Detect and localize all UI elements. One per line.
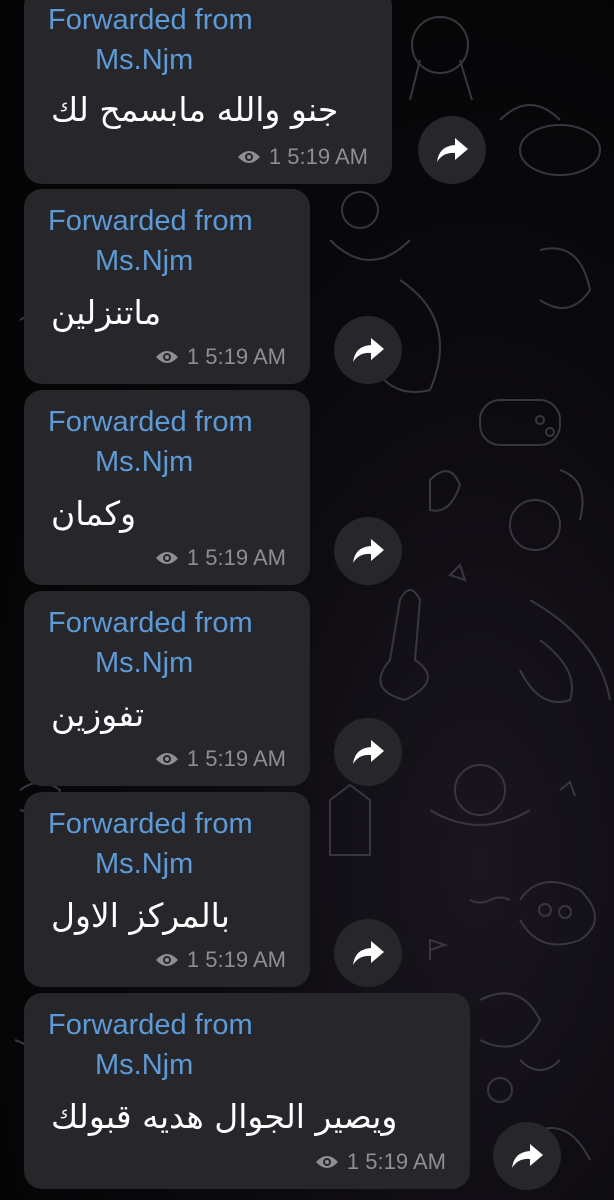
- forwarded-sender-link[interactable]: Ms.Njm: [95, 44, 193, 77]
- message-text: وكمان: [51, 494, 137, 533]
- message-time: 1 5:19 AM: [346, 1149, 446, 1174]
- message-bubble[interactable]: Forwarded from Ms.Njm جنو والله مابسمح ل…: [24, 0, 392, 184]
- share-arrow-icon: [353, 941, 384, 965]
- message-text: ماتنزلين: [51, 293, 162, 332]
- eye-icon: [155, 351, 178, 363]
- share-button[interactable]: [334, 718, 402, 786]
- message-meta: 1 5:19 AM: [315, 1149, 446, 1175]
- share-button[interactable]: [334, 316, 402, 384]
- message-bubble[interactable]: Forwarded from Ms.Njm ماتنزلين 1 5:19 AM: [24, 189, 310, 384]
- share-arrow-icon: [353, 338, 384, 362]
- forwarded-from-label: Forwarded from: [48, 1009, 253, 1041]
- message-meta: 1 5:19 AM: [237, 144, 368, 170]
- message-meta: 1 5:19 AM: [155, 947, 286, 973]
- forwarded-from-label: Forwarded from: [48, 205, 253, 237]
- share-arrow-icon: [512, 1144, 543, 1168]
- eye-icon: [155, 954, 178, 966]
- eye-icon: [315, 1156, 338, 1168]
- eye-icon: [155, 552, 178, 564]
- message-text: ويصير الجوال هديه قبولك: [51, 1097, 398, 1136]
- message-text: بالمركز الاول: [51, 896, 230, 935]
- share-arrow-icon: [353, 539, 384, 563]
- message-meta: 1 5:19 AM: [155, 545, 286, 571]
- share-arrow-icon: [353, 740, 384, 764]
- message-bubble[interactable]: Forwarded from Ms.Njm بالمركز الاول 1 5:…: [24, 792, 310, 987]
- message-time: 1 5:19 AM: [268, 144, 368, 169]
- message-bubble[interactable]: Forwarded from Ms.Njm وكمان 1 5:19 AM: [24, 390, 310, 585]
- forwarded-from-label: Forwarded from: [48, 406, 253, 438]
- forwarded-from-label: Forwarded from: [48, 808, 253, 840]
- message-bubble[interactable]: Forwarded from Ms.Njm تفوزين 1 5:19 AM: [24, 591, 310, 786]
- share-button[interactable]: [334, 919, 402, 987]
- forwarded-sender-link[interactable]: Ms.Njm: [95, 848, 193, 881]
- share-button[interactable]: [334, 517, 402, 585]
- message-text: تفوزين: [51, 695, 145, 734]
- message-meta: 1 5:19 AM: [155, 746, 286, 772]
- message-bubble[interactable]: Forwarded from Ms.Njm ويصير الجوال هديه …: [24, 993, 470, 1189]
- forwarded-sender-link[interactable]: Ms.Njm: [95, 245, 193, 278]
- forwarded-from-label: Forwarded from: [48, 4, 253, 36]
- message-time: 1 5:19 AM: [186, 545, 286, 570]
- forwarded-from-label: Forwarded from: [48, 607, 253, 639]
- forwarded-sender-link[interactable]: Ms.Njm: [95, 1049, 193, 1082]
- message-time: 1 5:19 AM: [186, 947, 286, 972]
- message-time: 1 5:19 AM: [186, 344, 286, 369]
- share-arrow-icon: [437, 138, 468, 162]
- eye-icon: [155, 753, 178, 765]
- message-text: جنو والله مابسمح لك: [51, 90, 339, 129]
- eye-icon: [237, 151, 260, 163]
- message-time: 1 5:19 AM: [186, 746, 286, 771]
- forwarded-sender-link[interactable]: Ms.Njm: [95, 647, 193, 680]
- forwarded-sender-link[interactable]: Ms.Njm: [95, 446, 193, 479]
- share-button[interactable]: [493, 1122, 561, 1190]
- share-button[interactable]: [418, 116, 486, 184]
- message-meta: 1 5:19 AM: [155, 344, 286, 370]
